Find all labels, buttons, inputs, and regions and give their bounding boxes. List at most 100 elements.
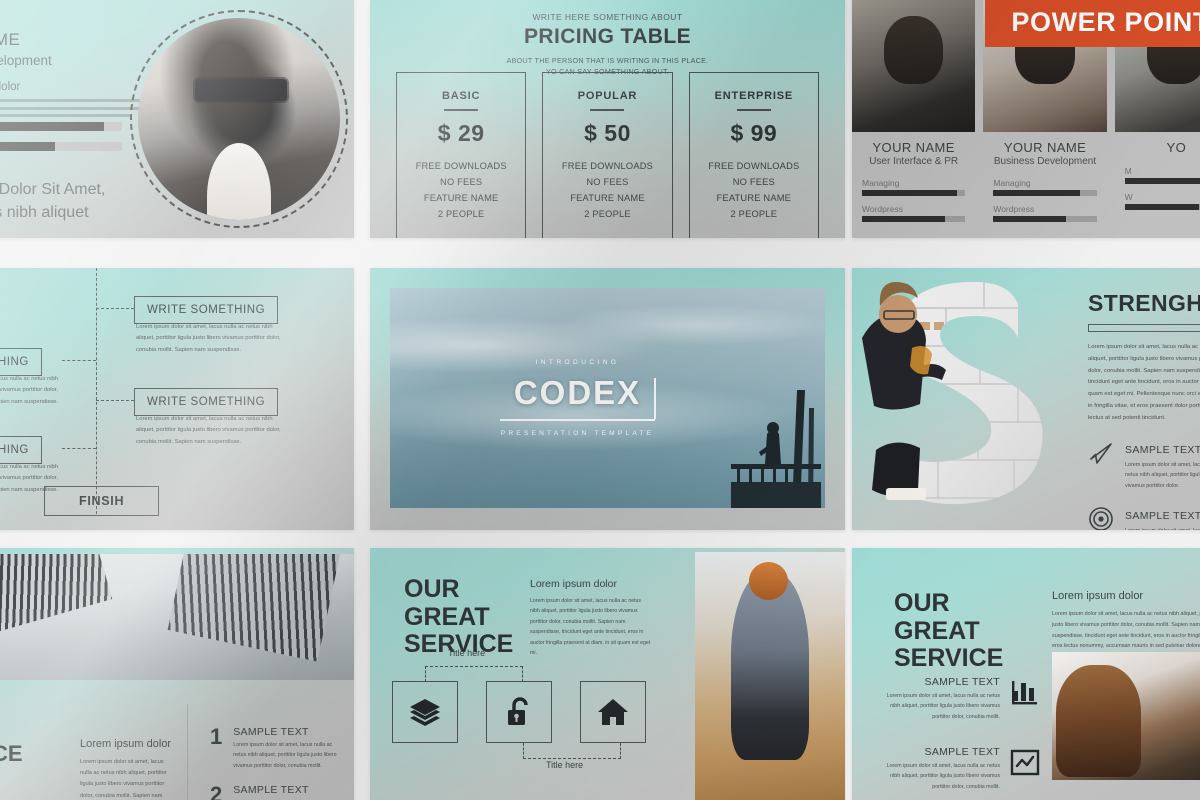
slide-grid-mockup: AME evelopment m dolor um Dolor Sit Amet… [0,0,1200,800]
layers-icon [409,696,441,728]
pricing-feature: FEATURE NAME [716,193,792,204]
service-icon-box-layers[interactable] [392,681,458,743]
list-item-body: Lorem ipsum dolor sit amet, lacus nulla … [233,742,337,769]
strength-item-heading: SAMPLE TEXT [1125,443,1200,456]
timeline-copy: Lorem ipsum dolor sit amet, lacus nulla … [136,416,281,445]
service-connector-bottom [523,743,621,759]
pricing-feature-list: FREE DOWNLOADS NO FEES FEATURE NAME 2 PE… [401,158,521,223]
service-lead-heading: Lorem ipsum dolor [530,578,617,590]
list-item-number: 1 [210,724,223,749]
service-connector-top [425,666,523,682]
slide-profile[interactable]: AME evelopment m dolor um Dolor Sit Amet… [0,0,354,238]
service2-item-heading: SAMPLE TEXT [924,676,1000,688]
team-member-card[interactable]: YOUR NAME User Interface & PR Managing W… [852,140,975,238]
team-skill-bar [862,216,966,222]
team-skill-label: Wordpress [993,204,1035,214]
slide-our-great-service-icons[interactable]: OUR GREAT SERVICE Lorem ipsum dolor Lore… [370,548,845,800]
service-title: OUR GREAT SERVICE [404,575,513,659]
architecture-title-fragment: CE [0,741,23,766]
architecture-photo [0,554,354,680]
timeline-connector [96,400,134,401]
architecture-lead-body: Lorem ipsum dolor sit amet, lacus nulla … [80,759,167,799]
team-member-role: User Interface & PR [869,156,959,167]
timeline-box[interactable]: ITE SOMETHING [0,436,42,464]
strength-title: STRENGHT [1088,290,1200,316]
strength-content: STRENGHT Lorem ipsum dolor sit amet, lac… [1088,290,1200,530]
architecture-lead-heading: Lorem ipsum dolor [80,738,172,750]
team-skill-label: Managing [993,178,1031,188]
pricing-feature: 2 PEOPLE [730,209,778,220]
hero-title-frame: CODEX [499,374,657,421]
list-item[interactable]: 2 SAMPLE TEXT Lorem ipsum dolor sit amet… [210,783,342,800]
team-skill-bar [862,190,966,196]
service-title-line1: OUR [404,575,460,603]
service2-item[interactable]: SAMPLE TEXT Lorem ipsum dolor sit amet, … [880,746,1040,792]
service-icon-box-home[interactable] [580,681,646,743]
pricing-feature: 2 PEOPLE [437,209,485,220]
pricing-feature-list: FREE DOWNLOADS NO FEES FEATURE NAME 2 PE… [547,158,667,223]
service2-title: OUR GREAT SERVICE [894,589,1003,673]
pricing-tier-name: ENTERPRISE [714,90,793,102]
hero-subtitle: PRESENTATION TEMPLATE [500,430,655,437]
team-member-name: YO [1166,140,1187,155]
timeline-box[interactable]: WRITE SOMETHING [134,388,279,416]
list-item-heading: SAMPLE TEXT [233,726,309,738]
slide-hero-title[interactable]: INTRODUCING CODEX PRESENTATION TEMPLATE [370,268,845,530]
team-member-name: YOUR NAME [1003,140,1087,155]
send-icon [1088,440,1114,466]
list-item[interactable]: 1 SAMPLE TEXT Lorem ipsum dolor sit amet… [210,726,342,771]
hiker-photo [695,552,845,800]
pricing-card-basic[interactable]: BASIC $ 29 FREE DOWNLOADS NO FEES FEATUR… [396,72,527,238]
slide-timeline[interactable]: WRITE SOMETHING Lorem ipsum dolor sit am… [0,268,354,530]
strength-item-body: Lorem ipsum dolor sit amet, lacus nulla … [1125,461,1200,489]
architecture-numbered-list: 1 SAMPLE TEXT Lorem ipsum dolor sit amet… [198,704,344,800]
slide-team[interactable]: POWER POINT YOUR NAME User Interface & P… [852,0,1200,238]
slide-architecture[interactable]: CE Lorem ipsum dolor Lorem ipsum dolor s… [0,548,354,800]
timeline-box[interactable]: ITE SOMETHING [0,348,42,376]
timeline-box[interactable]: WRITE SOMETHING [134,296,279,324]
service2-lead-body: Lorem ipsum dolor sit amet, lacus nulla … [1052,611,1200,650]
hero-photo: INTRODUCING CODEX PRESENTATION TEMPLATE [390,288,825,508]
team-info-row: YOUR NAME User Interface & PR Managing W… [852,140,1200,238]
profile-skill-bar [0,122,122,131]
timeline-copy: Lorem ipsum dolor sit amet, lacus nulla … [136,324,281,353]
service-label-bottom: Title here [546,760,584,770]
strength-item[interactable]: SAMPLE TEXT Lorem ipsum dolor sit amet, … [1088,506,1200,530]
service2-lead-heading: Lorem ipsum dolor [1052,590,1144,602]
pricing-feature: FREE DOWNLOADS [561,160,654,171]
team-member-card[interactable]: YO M W [1115,140,1200,238]
pricing-feature: NO FEES [586,176,629,187]
service2-item[interactable]: SAMPLE TEXT Lorem ipsum dolor sit amet, … [880,676,1040,722]
team-skill-list: M W [1124,166,1200,210]
slide-strength[interactable]: STRENGHT Lorem ipsum dolor sit amet, lac… [852,268,1200,530]
pricing-feature: FREE DOWNLOADS [708,160,800,171]
service-icon-box-unlock[interactable] [486,681,552,743]
pricing-card-enterprise[interactable]: ENTERPRISE $ 99 FREE DOWNLOADS NO FEES F… [688,72,819,238]
team-skill-bar [1124,204,1200,210]
service-lead: Lorem ipsum dolor Lorem ipsum dolor sit … [530,578,652,658]
profile-skill-bars [0,122,122,162]
team-member-name: YOUR NAME [872,140,955,155]
slide-our-great-service-charts[interactable]: OUR GREAT SERVICE Lorem ipsum dolor Lore… [852,548,1200,800]
team-skill-bar [993,190,1097,196]
team-skill-bar [1124,178,1200,184]
slide-pricing-table[interactable]: WRITE HERE SOMETHING ABOUT PRICING TABLE… [370,0,845,238]
team-member-card[interactable]: YOUR NAME Business Development Managing … [983,140,1106,238]
pricing-amount: $ 50 [584,119,631,146]
bar-chart-icon [1010,676,1040,707]
team-skill-label: Wordpress [862,204,903,214]
team-skill-list: Managing Wordpress [993,178,1097,222]
line-chart-icon [1010,746,1040,777]
strength-item[interactable]: SAMPLE TEXT Lorem ipsum dolor sit amet, … [1088,440,1200,492]
pricing-card-popular[interactable]: POPULAR $ 50 FREE DOWNLOADS NO FEES FEAT… [542,72,673,238]
service2-item-body: Lorem ipsum dolor sit amet, lacus nulla … [886,762,1000,790]
target-icon [1088,506,1114,530]
timeline-finish-box[interactable]: FINSIH [44,486,160,516]
strength-body: Lorem ipsum dolor sit amet, lacus nulla … [1088,344,1200,421]
profile-photo [138,18,340,220]
unlock-icon [503,696,535,728]
hero-title: CODEX [513,374,642,411]
pricing-feature: FREE DOWNLOADS [415,160,507,171]
service2-item-heading: SAMPLE TEXT [924,745,1000,758]
divider [736,109,771,111]
